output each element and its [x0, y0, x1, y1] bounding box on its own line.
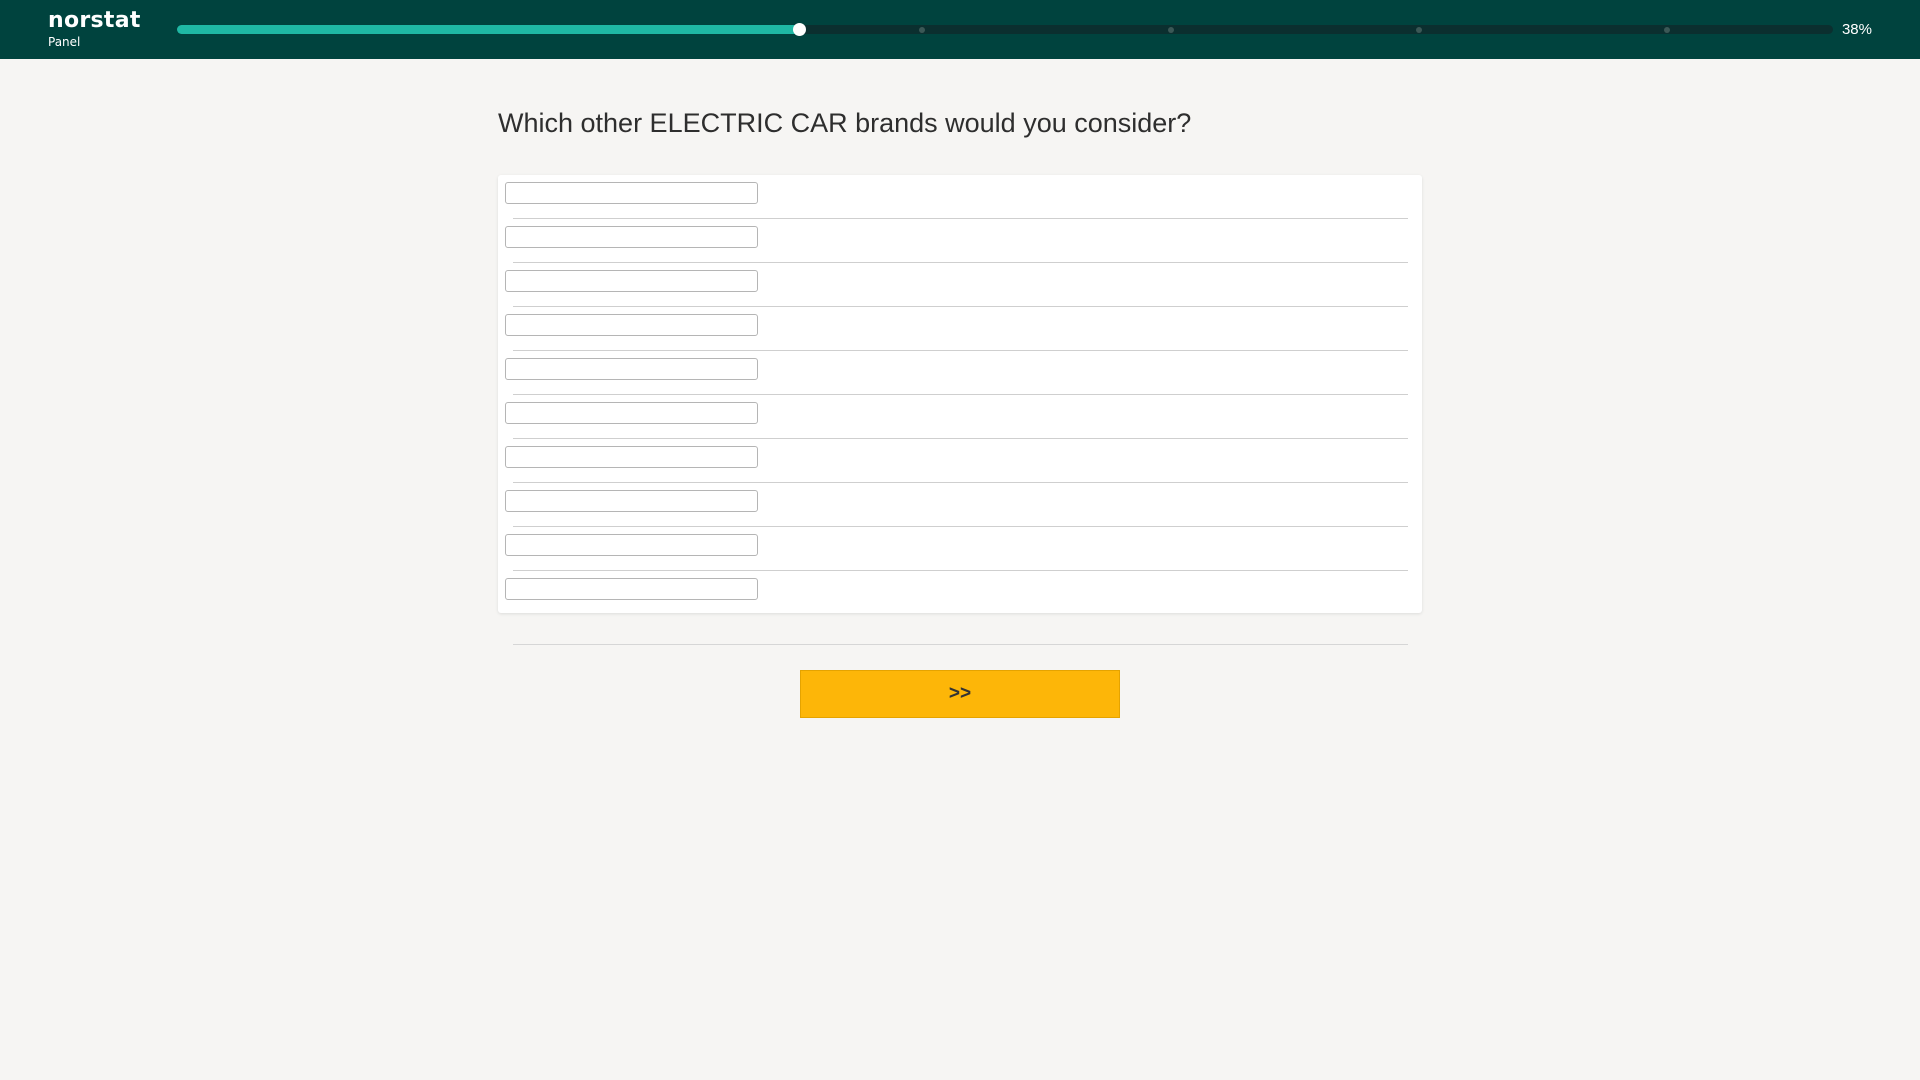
- top-bar: norstat Panel 38%: [0, 0, 1920, 59]
- progress-milestone-dot: [919, 27, 926, 33]
- logo-name: norstat: [48, 8, 141, 33]
- brand-input-9[interactable]: [505, 534, 758, 556]
- answer-row: [498, 527, 1422, 571]
- progress-bar: [177, 23, 1833, 36]
- progress-fill: [177, 25, 800, 34]
- answer-row: [498, 395, 1422, 439]
- progress-milestone-dot: [1167, 27, 1174, 33]
- brand-input-1[interactable]: [505, 182, 758, 204]
- answer-row: [498, 571, 1422, 615]
- progress-milestone-dot: [1664, 27, 1671, 33]
- answer-row: [498, 263, 1422, 307]
- brand-input-10[interactable]: [505, 578, 758, 600]
- logo-subtitle: Panel: [48, 35, 81, 49]
- progress-handle: [792, 23, 806, 36]
- brand-input-7[interactable]: [505, 446, 758, 468]
- brand-input-3[interactable]: [505, 270, 758, 292]
- brand-input-5[interactable]: [505, 358, 758, 380]
- next-button[interactable]: >>: [800, 670, 1120, 718]
- answer-row: [498, 307, 1422, 351]
- answer-row: [498, 483, 1422, 527]
- norstat-logo: norstat Panel: [48, 8, 141, 50]
- brand-input-6[interactable]: [505, 402, 758, 424]
- divider: [513, 644, 1408, 645]
- progress-percentage: 38%: [1841, 21, 1872, 38]
- answer-row: [498, 351, 1422, 395]
- progress-milestone-dot: [1416, 27, 1422, 33]
- answer-row: [498, 175, 1422, 219]
- brand-input-2[interactable]: [505, 226, 758, 248]
- answer-list: [498, 175, 1422, 613]
- answer-row: [498, 439, 1422, 483]
- question-title: Which other ELECTRIC CAR brands would yo…: [498, 108, 1192, 138]
- answer-row: [498, 219, 1422, 263]
- brand-input-8[interactable]: [505, 490, 758, 512]
- brand-input-4[interactable]: [505, 314, 758, 336]
